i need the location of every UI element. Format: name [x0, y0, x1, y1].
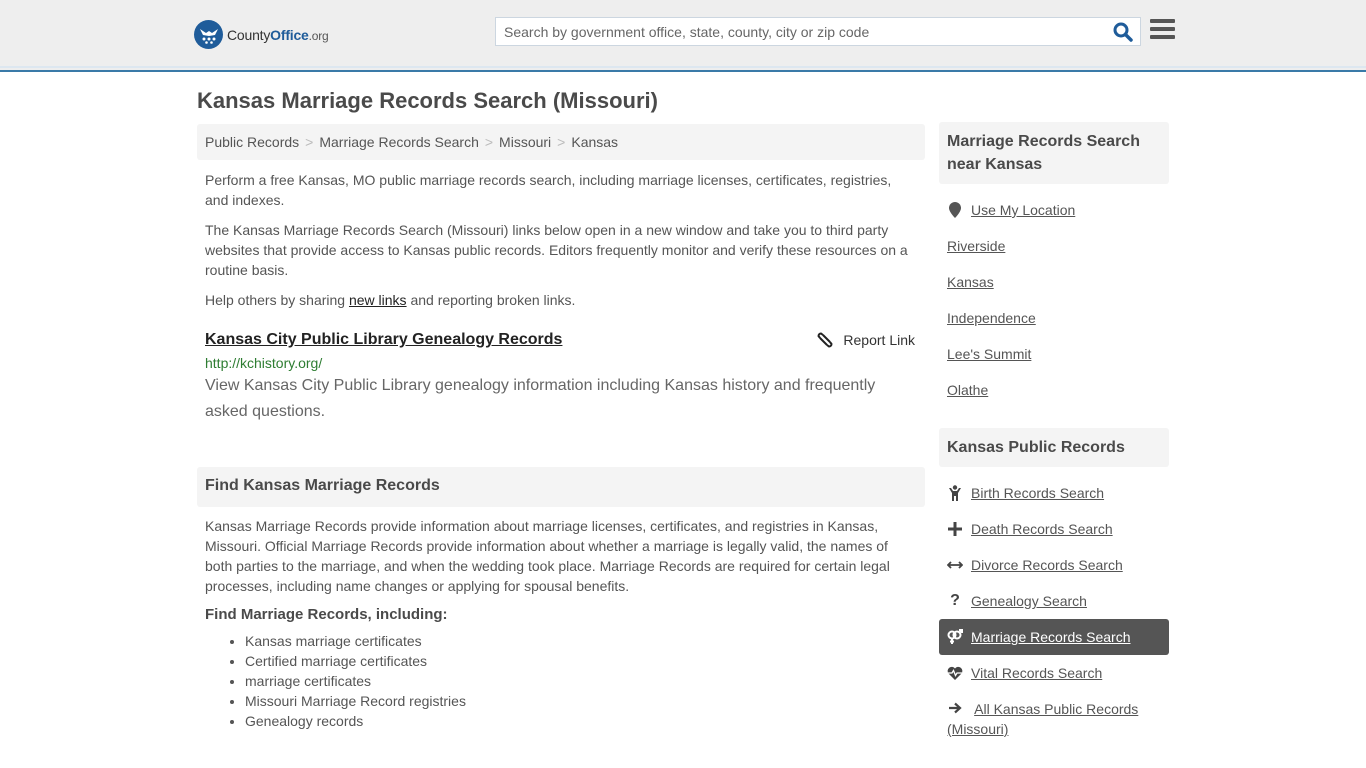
arrow-right-icon	[947, 702, 963, 714]
new-links-link[interactable]: new links	[349, 292, 407, 308]
sidebar-item-marriage-records[interactable]: Marriage Records Search	[939, 619, 1169, 655]
nearby-item-olathe[interactable]: Olathe	[939, 372, 1169, 408]
heartbeat-icon	[947, 666, 963, 680]
sidebar-item-vital-records[interactable]: Vital Records Search	[939, 655, 1169, 691]
list-item: Missouri Marriage Record registries	[245, 691, 925, 711]
search-input[interactable]	[496, 18, 1096, 45]
countyoffice-logo[interactable]: CountyOffice.org	[194, 20, 329, 49]
nearby-item-riverside[interactable]: Riverside	[939, 228, 1169, 264]
nearby-item-lees-summit[interactable]: Lee's Summit	[939, 336, 1169, 372]
records-list: Kansas marriage certificates Certified m…	[197, 631, 925, 731]
nearby-heading: Marriage Records Search near Kansas	[939, 122, 1169, 184]
resource-link-url: http://kchistory.org/	[205, 355, 323, 371]
logo-text: CountyOffice.org	[227, 27, 329, 43]
sidebar-link[interactable]: Divorce Records Search	[971, 557, 1123, 573]
find-records-paragraph: Kansas Marriage Records provide informat…	[205, 518, 890, 594]
resource-link-item: Kansas City Public Library Genealogy Rec…	[197, 331, 925, 425]
report-link-button[interactable]: Report Link	[817, 332, 915, 348]
share-text-after: and reporting broken links.	[406, 292, 576, 308]
sidebar-item-all-public-records[interactable]: All Kansas Public Records (Missouri)	[939, 691, 1169, 739]
breadcrumb-separator: >	[305, 134, 314, 150]
page-title: Kansas Marriage Records Search (Missouri…	[197, 88, 658, 113]
breadcrumb: Public Records > Marriage Records Search > M…	[197, 124, 925, 160]
find-records-subheading: Find Marriage Records, including:	[205, 606, 448, 623]
plus-icon	[947, 522, 963, 536]
sidebar-item-death-records[interactable]: Death Records Search	[939, 511, 1169, 547]
breadcrumb-public-records[interactable]: Public Records	[205, 134, 299, 150]
child-icon	[947, 485, 963, 501]
public-records-list: Birth Records Search Death Records Searc…	[939, 475, 1169, 739]
sidebar: Marriage Records Search near Kansas Use …	[939, 122, 1169, 739]
report-link-label: Report Link	[843, 332, 915, 348]
sidebar-link[interactable]: Vital Records Search	[971, 665, 1102, 681]
venus-mars-icon	[947, 629, 963, 645]
nearby-item-kansas[interactable]: Kansas	[939, 264, 1169, 300]
nearby-link[interactable]: Independence	[947, 310, 1036, 326]
nearby-item-independence[interactable]: Independence	[939, 300, 1169, 336]
nearby-link[interactable]: Lee's Summit	[947, 346, 1031, 362]
breadcrumb-separator: >	[557, 134, 566, 150]
search-icon	[1113, 22, 1133, 42]
logo-office: Office	[270, 26, 309, 43]
question-icon: ?	[950, 592, 960, 609]
arrows-h-icon	[947, 560, 963, 570]
breadcrumb-marriage-records-search[interactable]: Marriage Records Search	[319, 134, 479, 150]
sidebar-link[interactable]: Birth Records Search	[971, 485, 1104, 501]
nearby-link[interactable]: Olathe	[947, 382, 988, 398]
sidebar-item-birth-records[interactable]: Birth Records Search	[939, 475, 1169, 511]
sidebar-link[interactable]: Marriage Records Search	[971, 629, 1131, 645]
breadcrumb-separator: >	[484, 134, 494, 150]
breadcrumb-missouri[interactable]: Missouri	[499, 134, 551, 150]
menu-bar	[1150, 27, 1175, 31]
sidebar-link[interactable]: All Kansas Public Records (Missouri)	[947, 701, 1138, 737]
sidebar-item-divorce-records[interactable]: Divorce Records Search	[939, 547, 1169, 583]
search-box	[495, 17, 1141, 46]
list-item: Genealogy records	[245, 711, 925, 731]
sidebar-item-genealogy[interactable]: ? Genealogy Search	[939, 583, 1169, 619]
use-my-location-item[interactable]: Use My Location	[939, 192, 1169, 228]
resource-link-description: View Kansas City Public Library genealog…	[205, 377, 876, 420]
menu-bar	[1150, 35, 1175, 39]
main-content: Public Records > Marriage Records Search > M…	[197, 124, 925, 731]
broken-link-icon	[817, 332, 833, 348]
public-records-heading: Kansas Public Records	[939, 428, 1169, 467]
disclaimer-paragraph: The Kansas Marriage Records Search (Miss…	[205, 222, 908, 278]
menu-bar	[1150, 19, 1175, 23]
nearby-link[interactable]: Riverside	[947, 238, 1005, 254]
site-header: CountyOffice.org	[0, 0, 1366, 72]
eagle-stars-icon	[194, 20, 223, 49]
intro-paragraph: Perform a free Kansas, MO public marriag…	[205, 172, 892, 208]
logo-org: .org	[308, 28, 329, 43]
list-item: Kansas marriage certificates	[245, 631, 925, 651]
search-button[interactable]	[1112, 21, 1134, 43]
breadcrumb-kansas[interactable]: Kansas	[571, 134, 618, 150]
sidebar-link[interactable]: Death Records Search	[971, 521, 1113, 537]
hamburger-menu-button[interactable]	[1150, 19, 1175, 41]
list-item: Certified marriage certificates	[245, 651, 925, 671]
share-text-before: Help others by sharing	[205, 292, 349, 308]
share-links-paragraph: Help others by sharing new links and rep…	[197, 290, 925, 310]
find-records-heading: Find Kansas Marriage Records	[197, 467, 925, 507]
map-marker-icon	[947, 202, 963, 218]
nearby-list: Use My Location Riverside Kansas Indepen…	[939, 192, 1169, 408]
use-my-location-link[interactable]: Use My Location	[971, 202, 1075, 218]
sidebar-link[interactable]: Genealogy Search	[971, 593, 1087, 609]
list-item: marriage certificates	[245, 671, 925, 691]
logo-county: County	[227, 26, 271, 43]
resource-link-title[interactable]: Kansas City Public Library Genealogy Rec…	[205, 331, 562, 348]
nearby-link[interactable]: Kansas	[947, 274, 994, 290]
